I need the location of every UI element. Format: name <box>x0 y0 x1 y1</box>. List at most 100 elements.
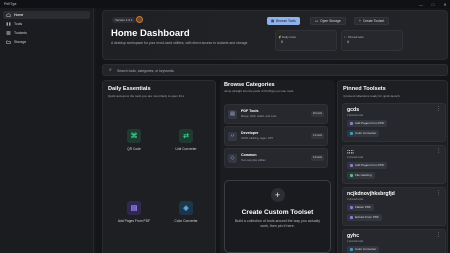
qr-code-icon: ⌘ <box>127 129 141 143</box>
daily-essentials-title: Daily Essentials <box>108 86 151 92</box>
toolset-name: gcds <box>347 107 360 113</box>
sidebar-item-label: Storage <box>14 40 27 44</box>
category-common[interactable]: ◇ Common Text everyday utilities 13 tool… <box>224 148 328 168</box>
toolset-chip[interactable]: Color Converter <box>347 246 380 253</box>
page-title: Home Dashboard <box>111 28 190 39</box>
tile-color-converter[interactable]: ◈ Color Converter <box>161 201 211 223</box>
create-toolset-label: Create Toolset <box>362 19 385 23</box>
tool-icon <box>350 164 353 167</box>
stat-label: Daily tools <box>282 35 296 39</box>
category-desc: Text everyday utilities <box>241 159 266 162</box>
toolset-name: ;;;; <box>347 149 354 155</box>
minimize-icon[interactable]: — <box>418 2 424 7</box>
home-icon <box>6 13 11 17</box>
toolset-card[interactable]: gyhc 2 pinned tools ⋮ Color Converter <box>342 229 446 253</box>
toolset-name: gyhc <box>347 233 360 239</box>
toolset-chip[interactable]: Flatten PDF <box>347 204 375 211</box>
category-desc: Merge, OCR, redact, and more <box>241 115 277 118</box>
toolset-count: 2 pinned tools <box>347 114 364 117</box>
search-input[interactable]: Search tools, categories, or keywords. <box>117 69 174 73</box>
chip-label: File Hashing <box>355 173 372 177</box>
search-icon: ⌕ <box>109 67 112 73</box>
toolset-name: ncjkdnovjhksbrgfjd <box>347 191 395 197</box>
category-name: Developer <box>241 131 259 135</box>
chip-label: Add Pages From PDF <box>355 163 385 167</box>
toolset-card[interactable]: ;;;; 2 pinned tools ⋮ Add Pages From PDF… <box>342 145 446 184</box>
sidebar-item-tools[interactable]: Tools <box>3 20 90 28</box>
pdf-pages-icon: ▤ <box>127 201 141 215</box>
update-icon[interactable] <box>136 16 143 23</box>
toolset-count: 2 pinned tools <box>347 240 364 243</box>
tool-icon <box>350 206 353 209</box>
stack-icon <box>6 31 11 35</box>
tool-icon <box>350 132 353 135</box>
category-desc: JSON, hashing, regex, JWT <box>241 137 274 140</box>
toolset-chip[interactable]: Add Pages From PDF <box>347 162 388 169</box>
browse-tools-label: Browse Tools <box>276 19 296 23</box>
sidebar-item-label: Toolsets <box>14 31 27 35</box>
close-icon[interactable]: ✕ <box>442 2 448 7</box>
chip-label: Extract From PDF <box>355 215 380 219</box>
grid-icon: ▦ <box>271 19 275 23</box>
category-count-badge: 11 tools <box>311 133 324 139</box>
toolset-chip[interactable]: Add Pages From PDF <box>347 120 388 127</box>
toolset-chip[interactable]: Extract From PDF <box>347 214 383 221</box>
create-toolset-title: Create Custom Toolset <box>241 209 314 216</box>
version-badge: Version 1.0.1 <box>112 17 136 23</box>
open-storage-button[interactable]: ▭ Open Storage <box>310 17 346 25</box>
hero-panel: Version 1.0.1 Home Dashboard A desktop w… <box>102 10 448 60</box>
main-content: Version 1.0.1 Home Dashboard A desktop w… <box>96 8 450 253</box>
tile-label: Color Converter <box>174 219 198 223</box>
code-icon: ◈ <box>179 201 193 215</box>
more-options-icon[interactable]: ⋮ <box>436 148 441 154</box>
create-toolset-button[interactable]: + Create Toolset <box>354 17 390 25</box>
tool-icon <box>350 122 353 125</box>
toolset-card[interactable]: ncjkdnovjhksbrgfjd 2 pinned tools ⋮ Flat… <box>342 187 446 226</box>
chip-label: Color Converter <box>355 131 377 135</box>
pinned-toolsets-subtitle: 4 pinned collections ready for quick lau… <box>343 94 401 98</box>
sidebar-item-storage[interactable]: Storage <box>3 38 90 46</box>
tile-label: Unit Converter <box>175 147 197 151</box>
more-options-icon[interactable]: ⋮ <box>436 190 441 196</box>
tile-qr-code[interactable]: ⌘ QR Code <box>109 129 159 151</box>
title-bar: PeltTga — □ ✕ <box>0 0 450 8</box>
pin-icon: ⌖ <box>344 35 346 39</box>
swap-icon: ⇄ <box>179 129 193 143</box>
chip-label: Color Converter <box>355 247 377 251</box>
category-developer[interactable]: ‹› Developer JSON, hashing, regex, JWT 1… <box>224 126 328 146</box>
daily-essentials-panel: Daily Essentials Quick access to the too… <box>102 80 216 253</box>
create-custom-toolset-card[interactable]: + Create Custom Toolset Build a collecti… <box>224 180 331 253</box>
tool-icon <box>350 248 353 251</box>
tool-icon <box>350 216 353 219</box>
sidebar-item-label: Home <box>14 13 24 17</box>
more-options-icon[interactable]: ⋮ <box>436 106 441 112</box>
daily-essentials-subtitle: Quick access to the tools you are most l… <box>108 94 185 98</box>
browse-categories-panel: Browse Categories Jump straight into the… <box>220 80 335 253</box>
browse-tools-button[interactable]: ▦ Browse Tools <box>267 17 300 25</box>
tile-label: Add Pages From PDF <box>117 219 151 223</box>
search-bar[interactable]: ⌕ Search tools, categories, or keywords. <box>102 64 448 76</box>
pinned-toolsets-title: Pinned Toolsets <box>343 86 386 92</box>
category-pdf-tools[interactable]: ▤ PDF Tools Merge, OCR, redact, and more… <box>224 104 328 124</box>
toolset-chip[interactable]: File Hashing <box>347 172 375 179</box>
browse-categories-title: Browse Categories <box>224 82 275 88</box>
stat-daily-tools: ⚡ Daily tools 0 <box>275 30 337 51</box>
sidebar-item-toolsets[interactable]: Toolsets <box>3 29 90 37</box>
stat-label: Pinned sets <box>348 35 364 39</box>
plus-icon: + <box>270 188 285 202</box>
code-icon: ‹› <box>228 132 237 141</box>
stat-value: 0 <box>281 40 283 44</box>
maximize-icon[interactable]: □ <box>430 2 436 7</box>
tile-add-pages-from-pdf[interactable]: ▤ Add Pages From PDF <box>109 201 159 223</box>
toolset-card[interactable]: gcds 2 pinned tools ⋮ Add Pages From PDF… <box>342 103 446 142</box>
more-options-icon[interactable]: ⋮ <box>436 232 441 238</box>
shapes-icon: ◇ <box>228 154 237 163</box>
folder-icon: ▭ <box>315 19 319 23</box>
toolset-chip[interactable]: Color Converter <box>347 130 380 137</box>
category-count-badge: 20 tools <box>310 111 324 117</box>
page-subtitle: A desktop workspace for your most-used u… <box>111 41 249 45</box>
tile-unit-converter[interactable]: ⇄ Unit Converter <box>161 129 211 151</box>
app-title: PeltTga <box>4 2 17 6</box>
sidebar-item-home[interactable]: Home <box>3 11 90 19</box>
chip-label: Flatten PDF <box>355 205 372 209</box>
